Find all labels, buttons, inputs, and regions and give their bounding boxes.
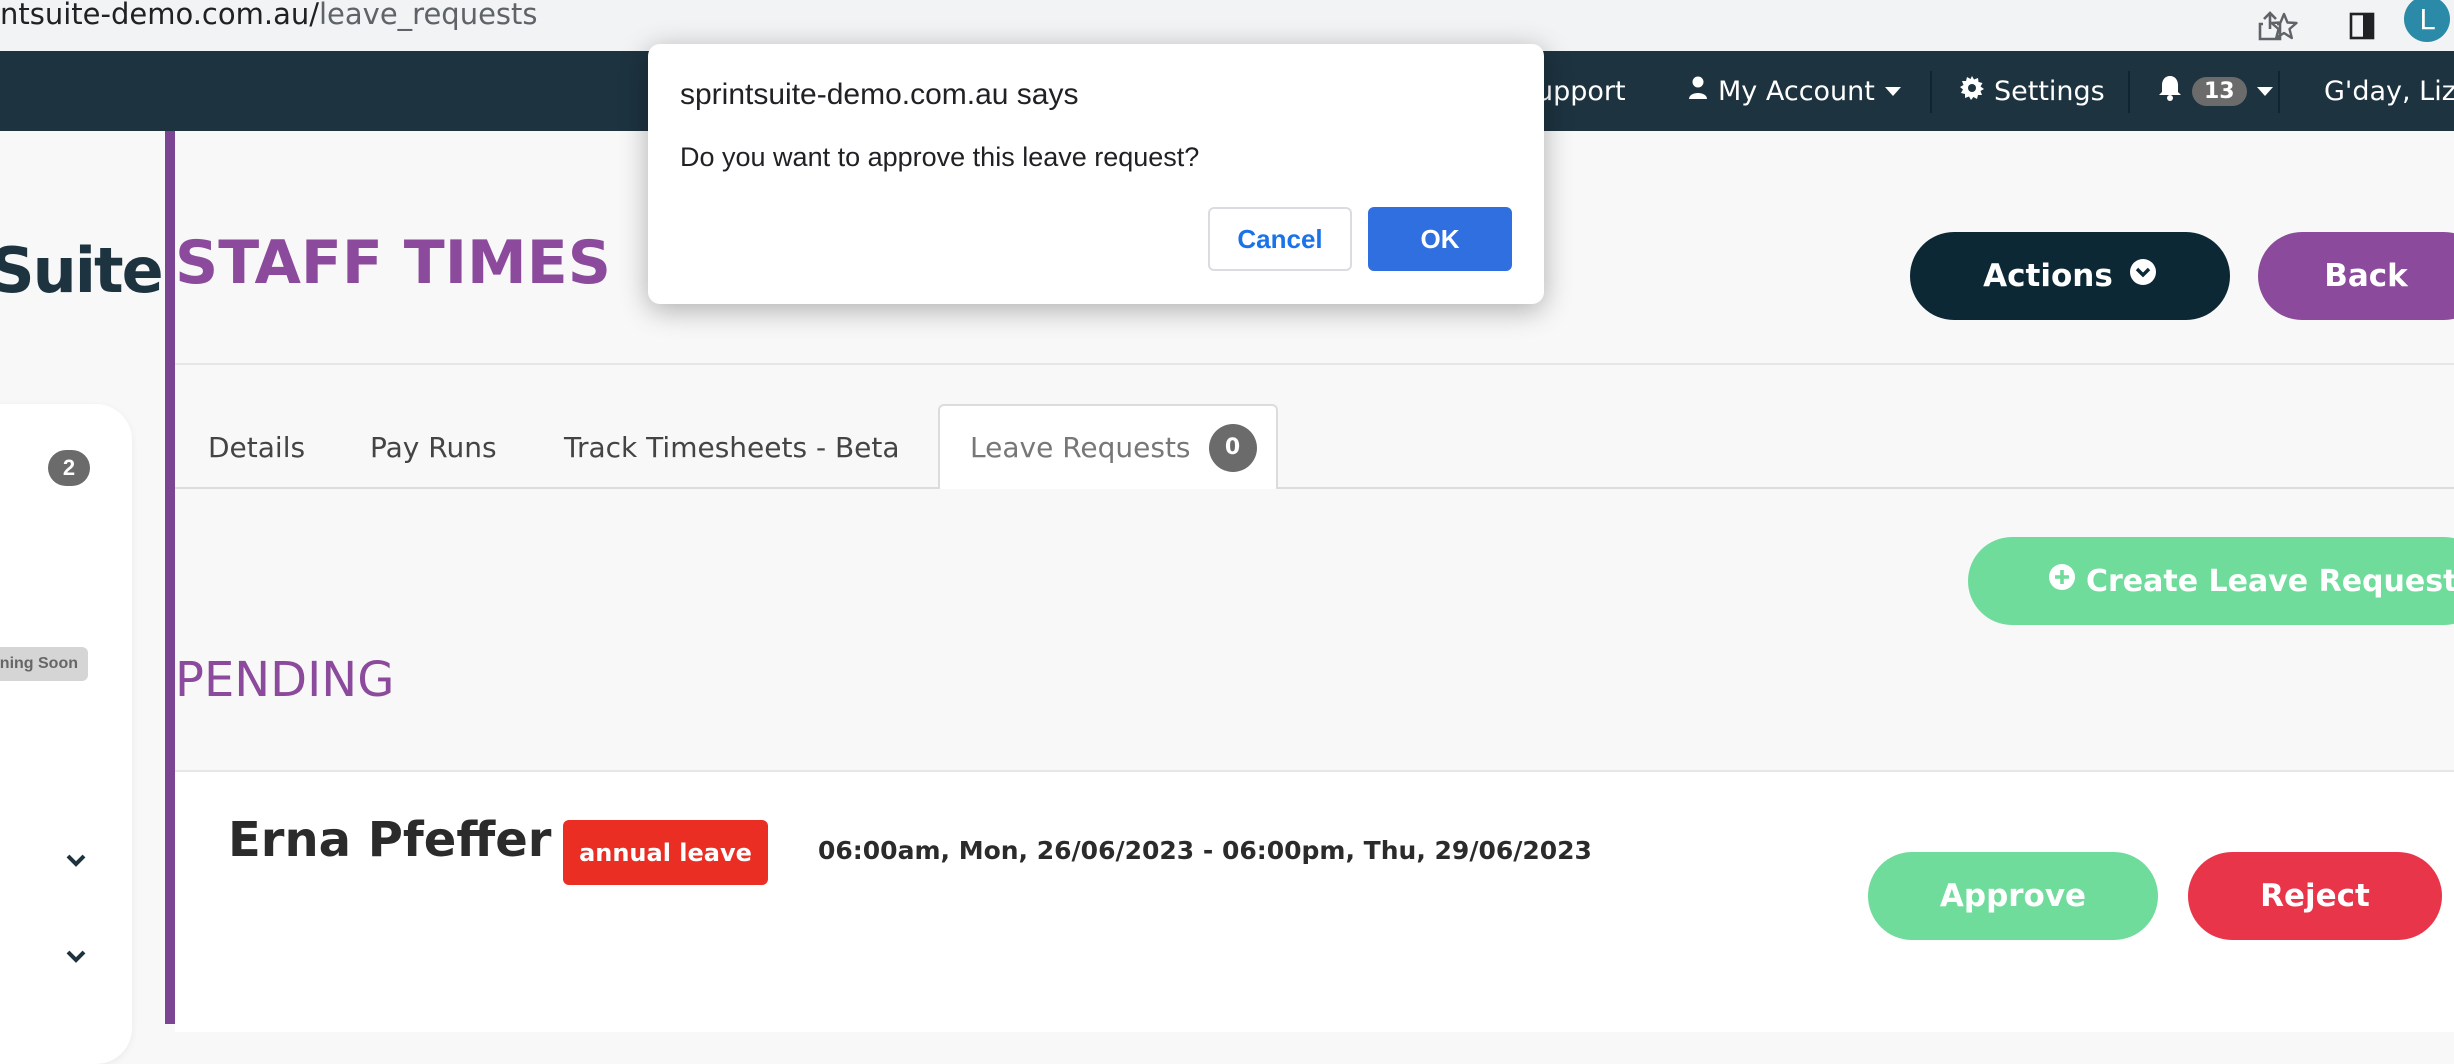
nav-divider <box>2128 71 2130 113</box>
tabs-baseline <box>175 487 2454 489</box>
tab-leave-requests[interactable]: Leave Requests 0 <box>938 404 1278 489</box>
nav-my-account[interactable]: My Account <box>1688 51 1901 131</box>
actions-button[interactable]: Actions <box>1910 232 2230 320</box>
approve-button[interactable]: Approve <box>1868 852 2158 940</box>
nav-divider <box>2278 71 2280 113</box>
actions-button-label: Actions <box>1983 258 2113 294</box>
nav-notifications[interactable]: 13 <box>2158 51 2273 131</box>
tab-track-timesheets[interactable]: Track Timesheets - Beta <box>564 405 900 489</box>
page-title: STAFF TIMES <box>175 228 611 298</box>
greeting: G'day, Liz <box>2324 51 2454 131</box>
chevron-circle-down-icon <box>2129 258 2157 294</box>
sidebar-toggle-icon[interactable] <box>2344 8 2380 44</box>
url-host: ntsuite-demo.com.au/ <box>0 0 319 31</box>
chevron-down-icon[interactable] <box>64 848 88 872</box>
back-button-label: Back <box>2324 258 2408 294</box>
nav-settings-label: Settings <box>1994 75 2105 107</box>
chevron-down-icon <box>2256 86 2273 96</box>
create-leave-request-label: Create Leave Request <box>2086 563 2454 599</box>
nav-support-label: upport <box>1536 75 1626 107</box>
url-path: leave_requests <box>319 0 538 31</box>
dialog-title: sprintsuite-demo.com.au says <box>680 78 1079 111</box>
leave-dates: 06:00am, Mon, 26/06/2023 - 06:00pm, Thu,… <box>818 836 1592 865</box>
tab-label: Leave Requests <box>970 431 1191 464</box>
star-icon[interactable] <box>2266 8 2302 44</box>
nav-my-account-label: My Account <box>1718 75 1875 107</box>
tab-pay-runs[interactable]: Pay Runs <box>370 405 497 489</box>
gear-icon <box>1960 75 1984 107</box>
user-icon <box>1688 76 1708 107</box>
nav-settings[interactable]: Settings <box>1960 51 2105 131</box>
nav-support[interactable]: upport <box>1536 51 1626 131</box>
header-divider <box>175 363 2454 365</box>
bell-icon <box>2158 75 2182 108</box>
tab-label: Track Timesheets - Beta <box>564 430 900 464</box>
reject-button[interactable]: Reject <box>2188 852 2442 940</box>
dialog-message: Do you want to approve this leave reques… <box>680 142 1200 172</box>
chevron-down-icon <box>1884 86 1901 96</box>
tab-details[interactable]: Details <box>208 405 305 489</box>
back-button[interactable]: Back <box>2258 232 2454 320</box>
notification-count-badge: 13 <box>2192 76 2247 106</box>
address-bar[interactable]: ntsuite-demo.com.au/leave_requests <box>0 0 538 32</box>
nav-divider <box>1930 71 1932 113</box>
create-leave-request-button[interactable]: Create Leave Request <box>1968 537 2454 625</box>
sidebar-accent-rail <box>165 131 175 1024</box>
coming-soon-badge: ning Soon <box>0 647 88 681</box>
dialog-cancel-button[interactable]: Cancel <box>1208 207 1352 271</box>
app-logo[interactable]: Suite <box>0 234 164 307</box>
employee-name: Erna Pfeffer <box>228 812 552 868</box>
leave-requests-count-badge: 0 <box>1208 423 1257 472</box>
tab-label: Pay Runs <box>370 430 497 464</box>
chevron-down-icon[interactable] <box>64 944 88 968</box>
greeting-label: G'day, Liz <box>2324 75 2454 107</box>
plus-circle-icon <box>2048 563 2076 599</box>
section-title-pending: PENDING <box>175 652 395 708</box>
dialog-ok-button[interactable]: OK <box>1368 207 1512 271</box>
sidebar-count-badge: 2 <box>48 450 90 486</box>
leave-type-badge: annual leave <box>563 820 768 885</box>
tab-label: Details <box>208 430 306 464</box>
